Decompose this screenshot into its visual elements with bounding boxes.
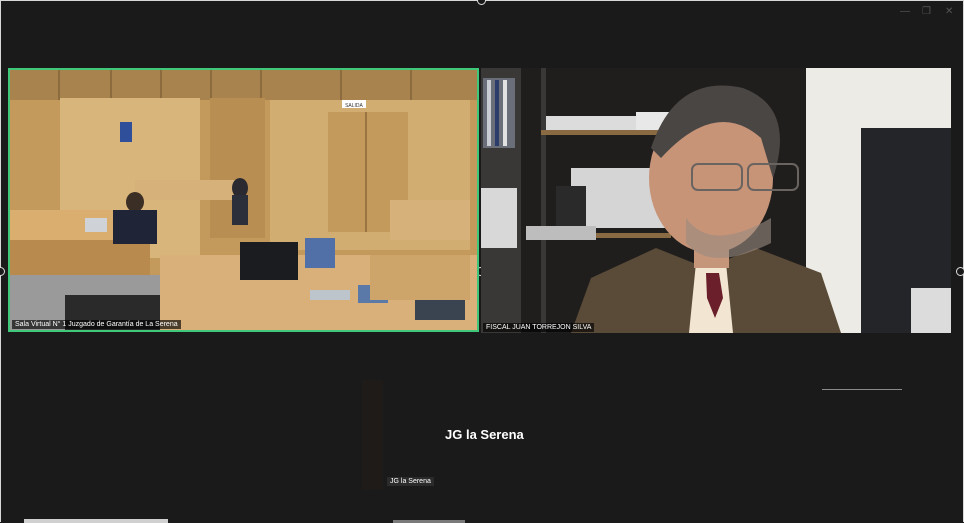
video-tile-fiscal[interactable]: FISCAL JUAN TORREJON SILVA — [481, 68, 951, 333]
salida-sign: SALIDA — [345, 103, 363, 109]
resize-handle-right[interactable] — [956, 267, 964, 276]
close-icon[interactable]: ✕ — [945, 6, 953, 17]
video-tile-courtroom[interactable]: SALIDA Sala Virtual N° 1 Juzgado de Gara… — [8, 68, 479, 332]
minimize-icon[interactable]: — — [900, 6, 910, 17]
fiscal-video — [481, 68, 951, 333]
participant-name-tag: JG la Serena — [387, 477, 434, 486]
participant-name-tag: Sala Virtual N° 1 Juzgado de Garantía de… — [12, 320, 181, 329]
video-placeholder-strip — [362, 380, 383, 490]
scrollbar-thumb[interactable] — [24, 519, 168, 523]
divider — [822, 389, 902, 390]
participant-name-tag: FISCAL JUAN TORREJON SILVA — [483, 323, 595, 332]
maximize-icon[interactable]: ❐ — [922, 6, 931, 17]
courtroom-video: SALIDA — [10, 70, 477, 330]
participant-display-name: JG la Serena — [445, 427, 524, 442]
